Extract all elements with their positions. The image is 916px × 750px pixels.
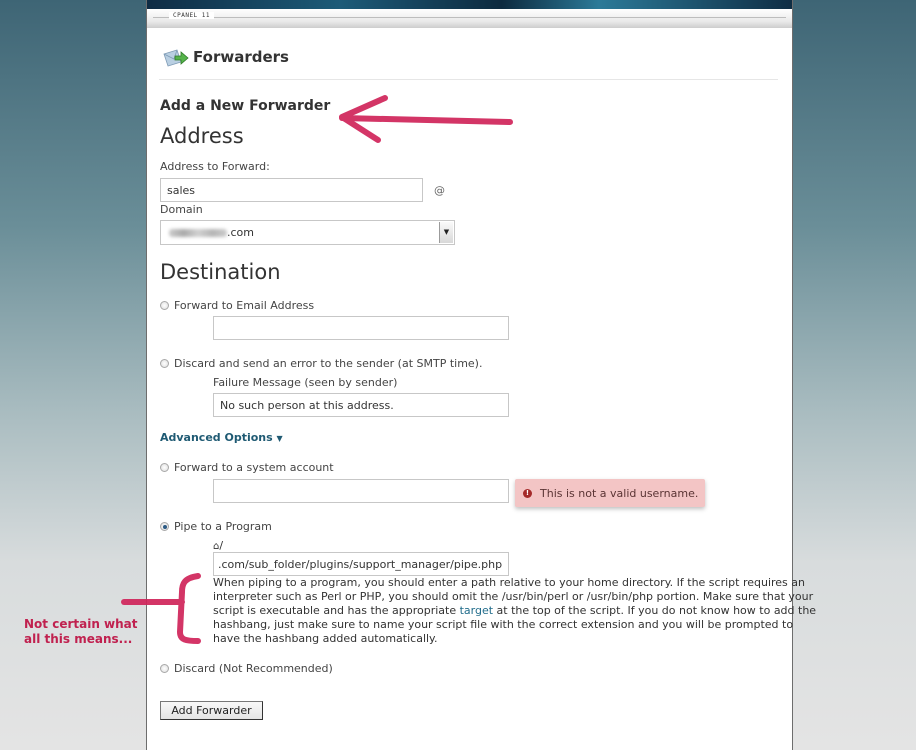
address-label: Address to Forward: [160, 160, 270, 173]
option-system-account[interactable]: Forward to a system account [160, 461, 334, 474]
target-link[interactable]: target [460, 604, 493, 617]
section-title: Add a New Forwarder [160, 98, 331, 114]
brand-label: CPANEL 11 [169, 12, 215, 19]
option-discard-error[interactable]: Discard and send an error to the sender … [160, 357, 482, 370]
radio-forward-email[interactable] [160, 301, 169, 310]
email-address-input[interactable] [213, 316, 509, 340]
radio-discard[interactable] [160, 664, 169, 673]
radio-pipe-program[interactable] [160, 522, 169, 531]
option-label: Pipe to a Program [174, 520, 272, 533]
header-banner [147, 0, 792, 9]
destination-heading: Destination [160, 260, 281, 284]
divider [159, 79, 778, 80]
advanced-options-label: Advanced Options [160, 431, 273, 444]
annotation-note: Not certain what all this means... [24, 617, 138, 646]
failure-message-label: Failure Message (seen by sender) [213, 376, 398, 389]
option-label: Discard (Not Recommended) [174, 662, 333, 675]
radio-system-account[interactable] [160, 463, 169, 472]
caret-down-icon: ▼ [276, 434, 283, 443]
pipe-help-text: When piping to a program, you should ent… [213, 576, 817, 645]
option-discard[interactable]: Discard (Not Recommended) [160, 662, 333, 675]
address-heading: Address [160, 124, 244, 148]
system-account-input[interactable] [213, 479, 509, 503]
add-forwarder-button[interactable]: Add Forwarder [160, 701, 263, 720]
page-title: Forwarders [193, 48, 289, 66]
home-path-prefix: ⌂/ [213, 539, 224, 552]
pipe-path-input[interactable]: .com/sub_folder/plugins/support_manager/… [213, 552, 509, 576]
error-icon: ! [523, 488, 532, 498]
option-pipe-program[interactable]: Pipe to a Program [160, 520, 272, 533]
error-message: This is not a valid username. [540, 486, 699, 500]
blurred-domain [169, 229, 227, 237]
option-label: Forward to a system account [174, 461, 334, 474]
radio-discard-error[interactable] [160, 359, 169, 368]
breadcrumb-bar: CPANEL 11 [147, 9, 792, 28]
email-forward-icon [163, 49, 189, 67]
validation-error-tooltip: ! This is not a valid username. [515, 479, 705, 507]
cpanel-page: CPANEL 11 Forwarders Add a New Forwarder… [146, 0, 816, 750]
page-header: Forwarders [163, 46, 289, 68]
domain-label: Domain [160, 203, 203, 216]
address-input[interactable]: sales [160, 178, 423, 202]
domain-value: .com [169, 226, 254, 239]
domain-select[interactable]: .com ▼ [160, 220, 455, 245]
option-forward-email[interactable]: Forward to Email Address [160, 299, 314, 312]
failure-message-input[interactable]: No such person at this address. [213, 393, 509, 417]
option-label: Discard and send an error to the sender … [174, 357, 483, 370]
divider [153, 17, 786, 18]
advanced-options-toggle[interactable]: Advanced Options ▼ [160, 431, 283, 444]
at-symbol: @ [434, 184, 445, 197]
option-label: Forward to Email Address [174, 299, 315, 312]
chevron-down-icon[interactable]: ▼ [439, 222, 453, 243]
